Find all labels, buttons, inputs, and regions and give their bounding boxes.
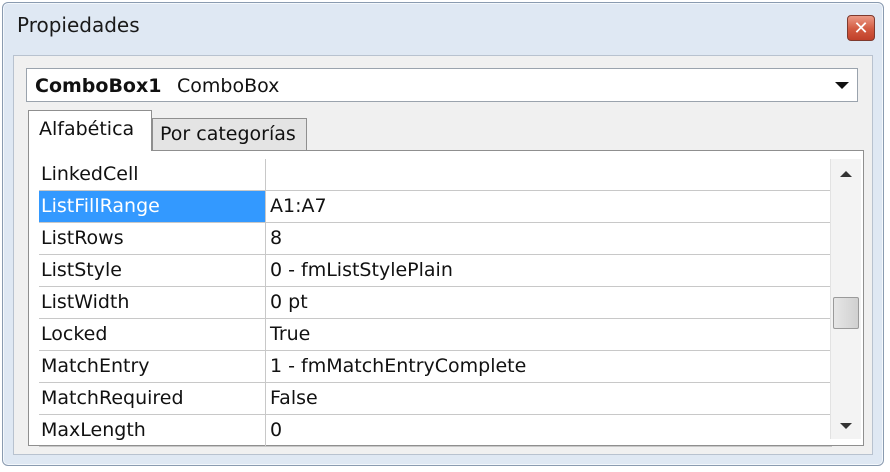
property-name[interactable]: ListWidth: [39, 287, 266, 318]
property-value-input[interactable]: A1:A7: [267, 191, 832, 222]
property-value-input[interactable]: True: [267, 319, 832, 350]
window-title: Propiedades: [17, 13, 140, 37]
tab-label: Alfabética: [39, 118, 135, 140]
property-row-linkedcell[interactable]: LinkedCell: [39, 159, 832, 191]
property-grid: LinkedCell ListFillRange A1:A7 ListRows …: [28, 150, 864, 447]
close-button[interactable]: ✕: [847, 15, 875, 41]
scroll-down-arrow-icon[interactable]: [840, 423, 852, 429]
property-rows: LinkedCell ListFillRange A1:A7 ListRows …: [39, 159, 832, 447]
property-row-listrows[interactable]: ListRows 8: [39, 223, 832, 255]
property-row-maxlength[interactable]: MaxLength 0: [39, 415, 832, 447]
property-name[interactable]: MatchRequired: [39, 383, 266, 414]
properties-panel: ComboBox1 ComboBox Alfabética Por catego…: [13, 55, 873, 455]
property-name[interactable]: Locked: [39, 319, 266, 350]
tab-label: Por categorías: [160, 123, 296, 145]
chevron-down-icon[interactable]: [835, 82, 849, 89]
property-row-matchentry[interactable]: MatchEntry 1 - fmMatchEntryComplete: [39, 351, 832, 383]
object-type: ComboBox: [177, 75, 280, 97]
property-row-liststyle[interactable]: ListStyle 0 - fmListStylePlain: [39, 255, 832, 287]
object-name: ComboBox1: [35, 75, 162, 97]
tab-por-categorias[interactable]: Por categorías: [152, 118, 307, 150]
property-value-input[interactable]: 0 pt: [267, 287, 832, 318]
property-value-input[interactable]: False: [267, 383, 832, 414]
property-row-listwidth[interactable]: ListWidth 0 pt: [39, 287, 832, 319]
property-name[interactable]: LinkedCell: [39, 159, 266, 190]
property-name[interactable]: ListStyle: [39, 255, 266, 286]
property-value-input[interactable]: [267, 159, 832, 190]
property-value-input[interactable]: 0: [267, 415, 832, 446]
properties-window: Propiedades ✕ ComboBox1 ComboBox Alfabét…: [2, 2, 884, 466]
property-row-matchrequired[interactable]: MatchRequired False: [39, 383, 832, 415]
vertical-scrollbar[interactable]: [830, 159, 861, 439]
property-row-locked[interactable]: Locked True: [39, 319, 832, 351]
property-value-input[interactable]: 0 - fmListStylePlain: [267, 255, 832, 286]
scroll-thumb[interactable]: [833, 297, 859, 329]
property-value-input[interactable]: 8: [267, 223, 832, 254]
object-selector-dropdown[interactable]: ComboBox1 ComboBox: [26, 68, 858, 102]
property-name[interactable]: ListRows: [39, 223, 266, 254]
property-name[interactable]: ListFillRange: [39, 191, 266, 222]
property-value-input[interactable]: 1 - fmMatchEntryComplete: [267, 351, 832, 382]
property-name[interactable]: MaxLength: [39, 415, 266, 446]
property-name[interactable]: MatchEntry: [39, 351, 266, 382]
title-bar[interactable]: Propiedades ✕: [3, 3, 883, 49]
close-icon: ✕: [853, 17, 869, 39]
tab-alfabetica[interactable]: Alfabética: [28, 110, 152, 151]
property-row-listfillrange[interactable]: ListFillRange A1:A7: [39, 191, 832, 223]
scroll-up-arrow-icon[interactable]: [840, 171, 852, 177]
